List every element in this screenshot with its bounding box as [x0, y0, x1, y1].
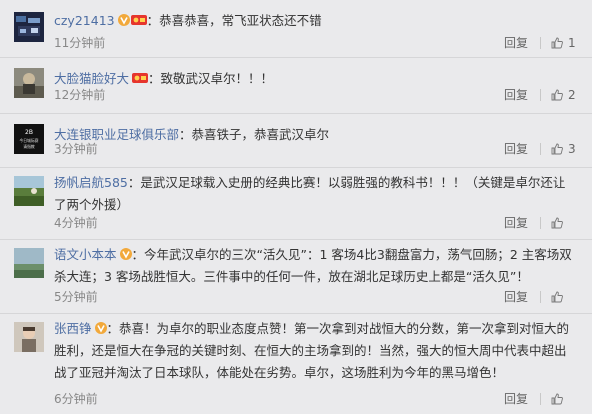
reply-button[interactable]: 回复	[504, 86, 528, 104]
comment-actions: 回复 1	[504, 34, 576, 52]
comment-item: 2B 今日城际赛 请指教 大连银职业足球俱乐部：恭喜铁子，恭喜武汉卓尔 3分钟前…	[0, 114, 592, 168]
comment-body: 扬帆启航585：是武汉足球载入史册的经典比赛！以弱胜强的教科书！！！（关键是卓尔…	[54, 175, 566, 212]
username-link[interactable]: 张西铮	[54, 321, 92, 336]
avatar-text: 今日城际赛	[20, 138, 39, 143]
divider	[540, 393, 541, 405]
divider	[540, 37, 541, 49]
username-link[interactable]: 大脸猫脸好大	[54, 71, 129, 86]
reply-button[interactable]: 回复	[504, 140, 528, 158]
avatar[interactable]	[14, 248, 44, 278]
avatar[interactable]: 2B 今日城际赛 请指教	[14, 124, 44, 154]
comment-item: 扬帆启航585：是武汉足球载入史册的经典比赛！以弱胜强的教科书！！！（关键是卓尔…	[0, 168, 592, 240]
comment-actions: 回复 3	[504, 140, 576, 158]
comment-body: czy21413 ：恭喜恭喜，常飞亚状态还不错	[54, 11, 322, 28]
comment-time: 3分钟前	[54, 142, 98, 156]
username-link[interactable]: 扬帆启航585	[54, 175, 128, 190]
comment-time: 12分钟前	[54, 88, 106, 102]
thumbs-up-icon[interactable]	[551, 291, 563, 303]
comment-actions: 回复	[504, 390, 576, 408]
reply-button[interactable]: 回复	[504, 214, 528, 232]
avatar[interactable]	[14, 68, 44, 98]
like-count: 2	[568, 88, 576, 102]
comment-time: 5分钟前	[54, 290, 98, 304]
avatar[interactable]	[14, 322, 44, 352]
thumbs-up-icon[interactable]	[551, 143, 563, 155]
comment-meta: 11分钟前 回复 1	[54, 34, 576, 52]
avatar-text: 请指教	[23, 144, 35, 149]
like-count: 1	[568, 36, 576, 50]
comment-meta: 6分钟前 回复	[54, 390, 576, 408]
member-badge-icon	[132, 69, 149, 83]
comment-meta: 5分钟前 回复	[54, 288, 576, 306]
comment-text: 恭喜！为卓尔的职业态度点赞！第一次拿到对战恒大的分数，第一次拿到对恒大的胜利，还…	[54, 321, 570, 380]
comment-item: 语文小本本 ：今年武汉卓尔的三次“活久见”：1 客场4比3翻盘富力，荡气回肠；2 …	[0, 240, 592, 314]
comment-actions: 回复 2	[504, 86, 576, 104]
comment-item: czy21413 ：恭喜恭喜，常飞亚状态还不错 11分钟前 回复 1	[0, 0, 592, 58]
avatar[interactable]	[14, 176, 44, 206]
v-badge-icon	[117, 11, 130, 26]
divider	[540, 291, 541, 303]
divider	[540, 217, 541, 229]
comment-meta: 3分钟前 回复 3	[54, 140, 576, 158]
reply-button[interactable]: 回复	[504, 34, 528, 52]
username-link[interactable]: czy21413	[54, 13, 115, 28]
divider	[540, 143, 541, 155]
comment-body: 语文小本本 ：今年武汉卓尔的三次“活久见”：1 客场4比3翻盘富力，荡气回肠；2 …	[54, 245, 572, 284]
comment-item: 大脸猫脸好大 ：致敬武汉卓尔！！！ 12分钟前 回复 2	[0, 58, 592, 114]
member-badge-icon	[130, 11, 147, 25]
thumbs-up-icon[interactable]	[551, 217, 563, 229]
comment-list: czy21413 ：恭喜恭喜，常飞亚状态还不错 11分钟前 回复 1 大脸猫脸好大…	[0, 0, 592, 414]
comment-body: 张西铮 ：恭喜！为卓尔的职业态度点赞！第一次拿到对战恒大的分数，第一次拿到对恒大的…	[54, 319, 570, 380]
reply-button[interactable]: 回复	[504, 390, 528, 408]
comment-time: 11分钟前	[54, 36, 106, 50]
like-count: 3	[568, 142, 576, 156]
comment-item: 张西铮 ：恭喜！为卓尔的职业态度点赞！第一次拿到对战恒大的分数，第一次拿到对恒大的…	[0, 314, 592, 414]
avatar-text: 2B	[25, 129, 33, 136]
v-badge-icon	[119, 245, 132, 260]
comment-time: 6分钟前	[54, 392, 98, 406]
thumbs-up-icon[interactable]	[551, 37, 563, 49]
reply-button[interactable]: 回复	[504, 288, 528, 306]
divider	[540, 89, 541, 101]
thumbs-up-icon[interactable]	[551, 393, 563, 405]
comment-actions: 回复	[504, 288, 576, 306]
comment-text: 致敬武汉卓尔！！！	[160, 71, 274, 86]
avatar[interactable]	[14, 12, 44, 42]
comment-meta: 4分钟前 回复	[54, 214, 576, 232]
comment-actions: 回复	[504, 214, 576, 232]
comment-text: 恭喜恭喜，常飞亚状态还不错	[159, 13, 322, 28]
v-badge-icon	[94, 319, 107, 334]
comment-meta: 12分钟前 回复 2	[54, 86, 576, 104]
comment-time: 4分钟前	[54, 216, 98, 230]
thumbs-up-icon[interactable]	[551, 89, 563, 101]
username-link[interactable]: 语文小本本	[54, 247, 117, 262]
